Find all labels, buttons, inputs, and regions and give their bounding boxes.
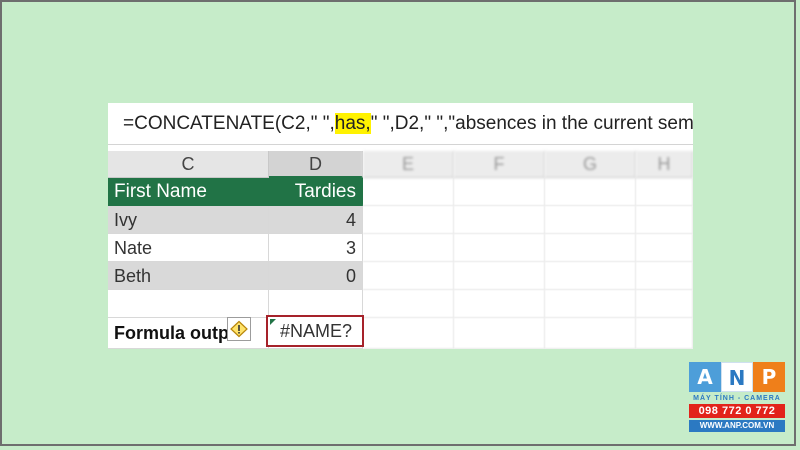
column-header-c[interactable]: C bbox=[108, 151, 269, 178]
error-value: #NAME? bbox=[280, 321, 353, 341]
spreadsheet: =CONCATENATE(C2," ",has," ",D2," ","abse… bbox=[108, 103, 693, 349]
logo-letter-a: A bbox=[689, 362, 721, 392]
column-header-g[interactable]: G bbox=[545, 151, 636, 178]
logo-letter-p: P bbox=[753, 362, 785, 392]
formula-bar[interactable]: =CONCATENATE(C2," ",has," ",D2," ","abse… bbox=[108, 103, 693, 145]
table-cell-tardies[interactable]: 3 bbox=[269, 234, 363, 262]
error-cell[interactable]: #NAME? bbox=[266, 315, 364, 347]
empty-cell[interactable] bbox=[636, 318, 693, 349]
empty-cell[interactable] bbox=[545, 234, 636, 262]
empty-cell[interactable] bbox=[545, 262, 636, 290]
empty-cell[interactable] bbox=[636, 206, 693, 234]
logo-letters: A N P bbox=[689, 362, 785, 392]
empty-cell[interactable] bbox=[636, 262, 693, 290]
empty-cell[interactable] bbox=[545, 178, 636, 206]
column-header-h[interactable]: H bbox=[636, 151, 693, 178]
table-header-first-name[interactable]: First Name bbox=[108, 178, 269, 206]
empty-cell[interactable] bbox=[454, 178, 545, 206]
empty-cell[interactable] bbox=[363, 318, 454, 349]
empty-cell[interactable] bbox=[545, 290, 636, 318]
formula-text-start: =CONCATENATE(C2," ", bbox=[123, 113, 335, 134]
formula-highlight: has, bbox=[334, 113, 371, 134]
empty-cell[interactable] bbox=[454, 290, 545, 318]
table-cell-tardies[interactable]: 4 bbox=[269, 206, 363, 234]
table-header-tardies[interactable]: Tardies bbox=[269, 178, 363, 206]
table-cell-name[interactable]: Nate bbox=[108, 234, 269, 262]
logo-tagline: MÁY TÍNH - CAMERA bbox=[693, 395, 781, 402]
error-indicator-icon bbox=[270, 319, 276, 325]
column-header-f[interactable]: F bbox=[454, 151, 545, 178]
column-header-e[interactable]: E bbox=[363, 151, 454, 178]
empty-cell[interactable] bbox=[363, 234, 454, 262]
empty-cell[interactable] bbox=[363, 178, 454, 206]
empty-cell[interactable] bbox=[454, 206, 545, 234]
empty-cell[interactable] bbox=[363, 262, 454, 290]
anp-logo: A N P MÁY TÍNH - CAMERA 098 772 0 772 WW… bbox=[689, 362, 785, 432]
empty-cell[interactable] bbox=[454, 234, 545, 262]
table-cell-tardies[interactable]: 0 bbox=[269, 262, 363, 290]
empty-cell[interactable] bbox=[363, 290, 454, 318]
warning-icon[interactable] bbox=[227, 317, 251, 341]
table-cell-name[interactable]: Beth bbox=[108, 262, 269, 290]
empty-cell[interactable] bbox=[454, 262, 545, 290]
empty-cell[interactable] bbox=[636, 234, 693, 262]
logo-letter-n: N bbox=[721, 362, 753, 392]
table-cell-name[interactable]: Ivy bbox=[108, 206, 269, 234]
empty-cell[interactable] bbox=[454, 318, 545, 349]
logo-phone: 098 772 0 772 bbox=[689, 404, 785, 418]
empty-cell[interactable] bbox=[269, 290, 363, 318]
empty-cell[interactable] bbox=[545, 206, 636, 234]
formula-text-end: " ",D2," ","absences in the current seme… bbox=[370, 113, 693, 134]
empty-cell[interactable] bbox=[108, 290, 269, 318]
warning-triangle-icon bbox=[230, 320, 248, 338]
empty-cell[interactable] bbox=[363, 206, 454, 234]
empty-cell[interactable] bbox=[636, 178, 693, 206]
logo-website: WWW.ANP.COM.VN bbox=[689, 420, 785, 432]
empty-cell[interactable] bbox=[636, 290, 693, 318]
column-header-d[interactable]: D bbox=[269, 151, 363, 178]
empty-cell[interactable] bbox=[545, 318, 636, 349]
